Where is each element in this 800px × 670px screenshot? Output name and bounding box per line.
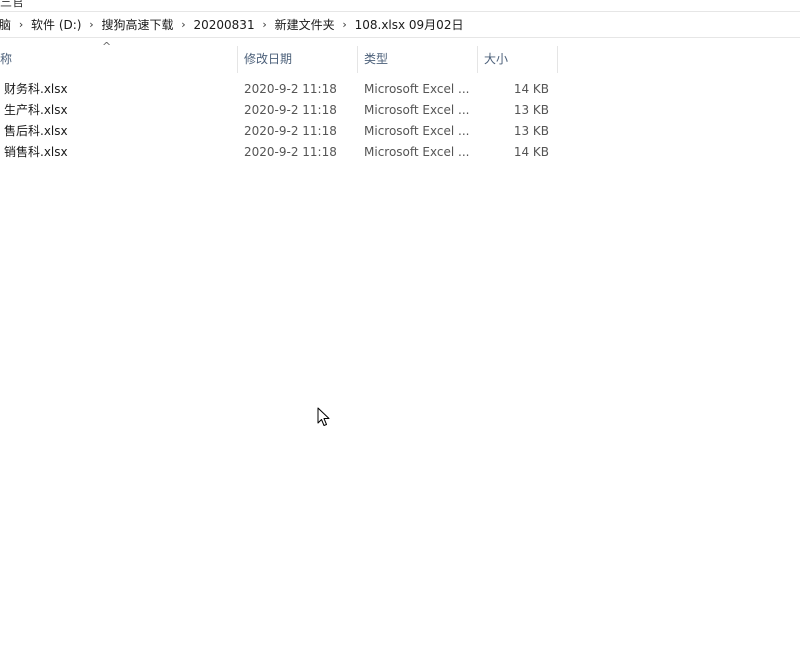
address-bar[interactable]: 脑 › 软件 (D:) › 搜狗高速下载 › 20200831 › 新建文件夹 … xyxy=(0,12,800,38)
column-header-type[interactable]: 类型 xyxy=(358,46,478,73)
ribbon-label: 三官 xyxy=(0,0,25,9)
file-type: Microsoft Excel ... xyxy=(364,145,470,159)
breadcrumb-drive-d[interactable]: 软件 (D:) xyxy=(28,16,84,33)
file-row[interactable]: 售后科.xlsx 2020-9-2 11:18 Microsoft Excel … xyxy=(0,121,800,142)
file-size: 13 KB xyxy=(513,103,549,117)
file-name[interactable]: 售后科.xlsx xyxy=(4,121,234,142)
column-header-size[interactable]: 大小 xyxy=(478,46,558,73)
chevron-right-icon[interactable]: › xyxy=(84,18,98,31)
file-name[interactable]: 生产科.xlsx xyxy=(4,100,234,121)
file-size: 14 KB xyxy=(513,145,549,159)
chevron-right-icon[interactable]: › xyxy=(177,18,191,31)
column-divider[interactable] xyxy=(557,46,558,73)
file-date: 2020-9-2 11:18 xyxy=(244,103,337,117)
breadcrumb-current-folder[interactable]: 108.xlsx 09月02日 xyxy=(352,16,467,33)
file-date: 2020-9-2 11:18 xyxy=(244,145,337,159)
file-type: Microsoft Excel ... xyxy=(364,124,470,138)
chevron-right-icon[interactable]: › xyxy=(14,18,28,31)
file-type: Microsoft Excel ... xyxy=(364,82,470,96)
column-header-name[interactable]: 称 xyxy=(0,46,238,73)
file-row[interactable]: 生产科.xlsx 2020-9-2 11:18 Microsoft Excel … xyxy=(0,100,800,121)
file-row[interactable]: 财务科.xlsx 2020-9-2 11:18 Microsoft Excel … xyxy=(0,79,800,100)
mouse-pointer-icon xyxy=(317,407,330,426)
file-name[interactable]: 销售科.xlsx xyxy=(4,142,234,163)
chevron-right-icon[interactable]: › xyxy=(258,18,272,31)
column-header-date[interactable]: 修改日期 xyxy=(238,46,358,73)
file-size: 14 KB xyxy=(513,82,549,96)
file-type: Microsoft Excel ... xyxy=(364,103,470,117)
file-row[interactable]: 销售科.xlsx 2020-9-2 11:18 Microsoft Excel … xyxy=(0,142,800,163)
breadcrumb-sogou-download[interactable]: 搜狗高速下载 xyxy=(98,16,176,33)
file-date: 2020-9-2 11:18 xyxy=(244,124,337,138)
file-date: 2020-9-2 11:18 xyxy=(244,82,337,96)
file-name[interactable]: 财务科.xlsx xyxy=(4,79,234,100)
file-list: 财务科.xlsx 2020-9-2 11:18 Microsoft Excel … xyxy=(0,79,800,163)
chevron-right-icon[interactable]: › xyxy=(338,18,352,31)
breadcrumb-new-folder[interactable]: 新建文件夹 xyxy=(272,16,338,33)
file-size: 13 KB xyxy=(513,124,549,138)
breadcrumb-computer[interactable]: 脑 xyxy=(0,16,14,33)
breadcrumb-20200831[interactable]: 20200831 xyxy=(191,18,258,32)
ribbon-strip: 三官 xyxy=(0,0,800,12)
column-header-row: ^ 称 修改日期 类型 大小 xyxy=(0,40,800,73)
